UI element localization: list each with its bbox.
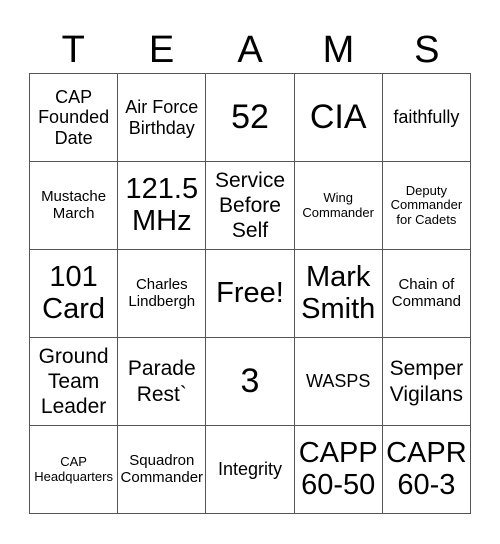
bingo-cell[interactable]: CAP Headquarters bbox=[30, 426, 119, 514]
bingo-cell-text: 121.5 MHz bbox=[125, 172, 199, 237]
bingo-cell-text: Parade Rest` bbox=[127, 357, 196, 406]
bingo-cell[interactable]: Squadron Commander bbox=[118, 426, 207, 514]
bingo-cell[interactable]: 52 bbox=[206, 74, 295, 162]
bingo-cell-text: CAP Headquarters bbox=[34, 453, 113, 484]
bingo-cell-text: Service Before Self bbox=[214, 168, 285, 243]
bingo-cell[interactable]: Mark Smith bbox=[294, 250, 383, 338]
bingo-cell-text: CAPR 60-3 bbox=[386, 436, 467, 501]
header-letter: M bbox=[322, 29, 355, 71]
bingo-cell[interactable]: Air Force Birthday bbox=[118, 74, 207, 162]
bingo-cell[interactable]: faithfully bbox=[382, 74, 471, 162]
bingo-cell[interactable]: 101 Card bbox=[30, 250, 119, 338]
bingo-cell-text: Mustache March bbox=[41, 187, 107, 222]
bingo-cell[interactable]: 121.5 MHz bbox=[118, 162, 207, 250]
header-letter: E bbox=[148, 29, 175, 71]
bingo-cell[interactable]: Wing Commander bbox=[294, 162, 383, 250]
bingo-cell-text: 52 bbox=[231, 98, 269, 137]
bingo-header: T E A M S bbox=[29, 28, 471, 73]
bingo-cell[interactable]: Charles Lindbergh bbox=[118, 250, 207, 338]
bingo-cell-text: Air Force Birthday bbox=[125, 97, 199, 138]
bingo-cell-text: 101 Card bbox=[42, 260, 106, 325]
bingo-cell[interactable]: Service Before Self bbox=[206, 162, 295, 250]
bingo-cell[interactable]: CIA bbox=[294, 74, 383, 162]
bingo-cell-text: Integrity bbox=[217, 459, 282, 480]
bingo-cell[interactable]: Chain of Command bbox=[382, 250, 471, 338]
bingo-cell-text: faithfully bbox=[393, 107, 460, 128]
bingo-cell-text: Charles Lindbergh bbox=[128, 275, 196, 310]
bingo-cell[interactable]: CAPR 60-3 bbox=[382, 426, 471, 514]
bingo-cell-text: Squadron Commander bbox=[120, 451, 204, 486]
bingo-cell-text: Ground Team Leader bbox=[38, 344, 109, 419]
bingo-cell-text: CAPP 60-50 bbox=[298, 436, 378, 501]
bingo-cell-text: Free! bbox=[216, 276, 284, 309]
bingo-cell-text: CIA bbox=[309, 98, 367, 137]
bingo-cell[interactable]: CAP Founded Date bbox=[30, 74, 119, 162]
bingo-cell-text: WASPS bbox=[306, 371, 371, 392]
bingo-cell-text: 3 bbox=[240, 362, 260, 401]
bingo-cell[interactable]: Semper Vigilans bbox=[382, 338, 471, 426]
bingo-cell-text: Chain of Command bbox=[391, 275, 461, 310]
header-letter: A bbox=[237, 29, 263, 71]
bingo-cell-free[interactable]: Free! bbox=[206, 250, 295, 338]
bingo-cell-text: Deputy Commander for Cadets bbox=[390, 182, 463, 227]
bingo-cell-text: Wing Commander bbox=[302, 189, 374, 220]
bingo-cell[interactable]: Mustache March bbox=[30, 162, 119, 250]
bingo-cell-text: CAP Founded Date bbox=[38, 87, 110, 148]
bingo-cell[interactable]: Parade Rest` bbox=[118, 338, 207, 426]
bingo-grid: CAP Founded Date Air Force Birthday 52 CIA f… bbox=[29, 73, 471, 514]
bingo-cell[interactable]: CAPP 60-50 bbox=[294, 426, 383, 514]
header-letter: S bbox=[414, 29, 440, 71]
bingo-cell[interactable]: WASPS bbox=[294, 338, 383, 426]
bingo-cell-text: Semper Vigilans bbox=[389, 357, 464, 406]
bingo-cell[interactable]: Integrity bbox=[206, 426, 295, 514]
bingo-cell[interactable]: Ground Team Leader bbox=[30, 338, 119, 426]
bingo-cell[interactable]: Deputy Commander for Cadets bbox=[382, 162, 471, 250]
bingo-cell-text: Mark Smith bbox=[301, 260, 376, 325]
bingo-cell[interactable]: 3 bbox=[206, 338, 295, 426]
header-letter: T bbox=[61, 29, 85, 71]
